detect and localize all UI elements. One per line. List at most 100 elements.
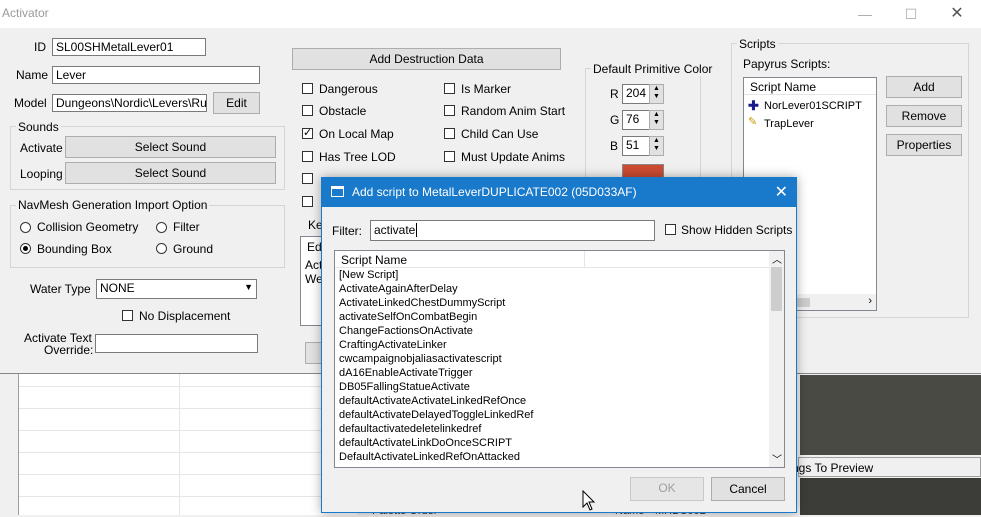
looping-sound-label: Looping <box>20 167 63 181</box>
collision-geometry-radio[interactable] <box>20 222 31 233</box>
script-item[interactable]: defaultActivateLinkDoOnceSCRIPT <box>335 436 769 450</box>
dialog-title-bar: Add script to MetalLeverDUPLICATE002 (05… <box>322 178 796 207</box>
name-field[interactable]: Lever <box>52 66 260 84</box>
close-icon[interactable]: ✕ <box>775 182 788 202</box>
water-type-select[interactable]: NONE ▼ <box>96 279 257 299</box>
remove-script-button[interactable]: Remove <box>886 105 962 127</box>
preview-bar: ngs To Preview <box>792 457 981 477</box>
script-item[interactable]: ActivateAgainAfterDelay <box>335 282 769 296</box>
script-item[interactable]: defaultActivateActivateLinkedRefOnce <box>335 394 769 408</box>
filter-radio[interactable] <box>156 222 167 233</box>
g-spinner[interactable]: ▲ ▼ <box>649 110 664 130</box>
script-item[interactable]: cwcampaignobjaliasactivatescript <box>335 352 769 366</box>
child-can-use-checkbox[interactable] <box>444 128 455 139</box>
script-item[interactable]: ChangeFactionsOnActivate <box>335 324 769 338</box>
script-items: [New Script] ActivateAgainAfterDelay Act… <box>335 268 769 464</box>
cancel-button[interactable]: Cancel <box>711 477 785 501</box>
window-title: Activator <box>2 6 49 20</box>
window-icon <box>331 186 344 197</box>
add-destruction-data-button[interactable]: Add Destruction Data <box>292 48 561 70</box>
close-button[interactable]: ✕ <box>934 0 980 28</box>
chevron-right-icon[interactable]: › <box>868 295 872 307</box>
show-hidden-checkbox[interactable] <box>665 224 676 235</box>
is-marker-label: Is Marker <box>461 82 512 96</box>
script-item[interactable]: NorLever01SCRIPT <box>764 100 862 112</box>
chevron-down-icon[interactable]: ﹀ <box>772 451 782 466</box>
has-tree-lod-checkbox[interactable] <box>302 151 313 162</box>
activate-text-override-label: Override: <box>44 343 94 357</box>
obstacle-label: Obstacle <box>319 104 367 118</box>
vertical-scrollbar[interactable]: ︿ ﹀ <box>769 251 784 467</box>
g-field[interactable]: 76 <box>622 110 650 130</box>
script-file-icon: ✎ <box>748 116 758 128</box>
water-type-value: NONE <box>100 281 135 295</box>
is-marker-checkbox[interactable] <box>444 83 455 94</box>
obstacle-checkbox[interactable] <box>302 105 313 116</box>
plus-icon: ✚ <box>748 98 759 113</box>
id-label: ID <box>34 40 46 54</box>
edit-model-button[interactable]: Edit <box>213 92 260 114</box>
water-type-label: Water Type <box>30 282 91 296</box>
dialog-title: Add script to MetalLeverDUPLICATE002 (05… <box>352 185 637 199</box>
script-item[interactable]: activateSelfOnCombatBegin <box>335 310 769 324</box>
filter-input[interactable]: activate <box>370 220 655 241</box>
add-script-dialog: Add script to MetalLeverDUPLICATE002 (05… <box>321 177 797 513</box>
ok-button[interactable]: OK <box>630 477 704 501</box>
dangerous-checkbox[interactable] <box>302 83 313 94</box>
b-field[interactable]: 51 <box>622 136 650 156</box>
script-item[interactable]: CraftingActivateLinker <box>335 338 769 352</box>
random-anim-start-label: Random Anim Start <box>461 104 566 118</box>
r-label: R <box>610 87 619 101</box>
sounds-caption: Sounds <box>16 120 61 134</box>
script-item[interactable]: defaultActivateDelayedToggleLinkedRef <box>335 408 769 422</box>
script-item[interactable]: TrapLever <box>764 118 814 130</box>
chevron-down-icon: ▼ <box>244 282 253 292</box>
name-label: Name <box>16 68 49 82</box>
script-name-column: Script Name <box>341 253 408 267</box>
r-spinner[interactable]: ▲ ▼ <box>649 84 664 104</box>
background-grid <box>18 372 357 515</box>
script-item[interactable]: DB05FallingStatueActivate <box>335 380 769 394</box>
b-label: B <box>610 139 619 153</box>
script-item[interactable]: dA16EnableActivateTrigger <box>335 366 769 380</box>
has-tree-lod-label: Has Tree LOD <box>319 150 396 164</box>
script-item[interactable]: ActivateLinkedChestDummyScript <box>335 296 769 310</box>
activate-text-field[interactable] <box>95 334 258 353</box>
activate-sound-button[interactable]: Select Sound <box>65 136 276 158</box>
script-item[interactable]: defaultactivatedeletelinkedref <box>335 422 769 436</box>
minimize-button[interactable]: — <box>842 0 888 28</box>
script-item[interactable]: DefaultActivateLinkedRefOnAttacked <box>335 450 769 464</box>
filter-label: Filter: <box>332 224 362 238</box>
add-script-button[interactable]: Add <box>886 76 962 98</box>
must-update-anims-label: Must Update Anims <box>461 150 566 164</box>
ground-label: Ground <box>173 242 214 256</box>
scroll-thumb[interactable] <box>771 267 782 311</box>
cursor-icon <box>582 490 596 511</box>
preview-label: ngs To Preview <box>792 461 874 475</box>
must-update-anims-checkbox[interactable] <box>444 151 455 162</box>
no-displacement-label: No Displacement <box>139 309 231 323</box>
random-anim-start-checkbox[interactable] <box>444 105 455 116</box>
b-spinner[interactable]: ▲ ▼ <box>649 136 664 156</box>
hidden-flag-checkbox-2[interactable] <box>302 196 313 207</box>
r-field[interactable]: 204 <box>622 84 650 104</box>
model-field[interactable]: Dungeons\Nordic\Levers\Ruin <box>52 94 207 112</box>
navmesh-caption: NavMesh Generation Import Option <box>16 198 210 212</box>
maximize-button[interactable]: ☐ <box>888 0 934 28</box>
chevron-up-icon[interactable]: ︿ <box>772 251 782 266</box>
partial-button[interactable] <box>305 342 321 364</box>
script-list[interactable]: Script Name [New Script] ActivateAgainAf… <box>334 250 785 468</box>
id-field[interactable]: SL00SHMetalLever01 <box>52 38 206 56</box>
script-item[interactable]: [New Script] <box>335 268 769 282</box>
model-label: Model <box>14 96 47 110</box>
no-displacement-checkbox[interactable] <box>122 310 133 321</box>
render-preview-lower <box>800 478 981 515</box>
text-cursor <box>416 223 418 237</box>
ground-radio[interactable] <box>156 243 167 254</box>
script-properties-button[interactable]: Properties <box>886 134 962 156</box>
navmesh-group <box>10 205 285 268</box>
bounding-box-radio[interactable] <box>20 243 31 254</box>
hidden-flag-checkbox-1[interactable] <box>302 173 313 184</box>
looping-sound-button[interactable]: Select Sound <box>65 162 276 184</box>
on-local-map-checkbox[interactable] <box>302 126 313 139</box>
